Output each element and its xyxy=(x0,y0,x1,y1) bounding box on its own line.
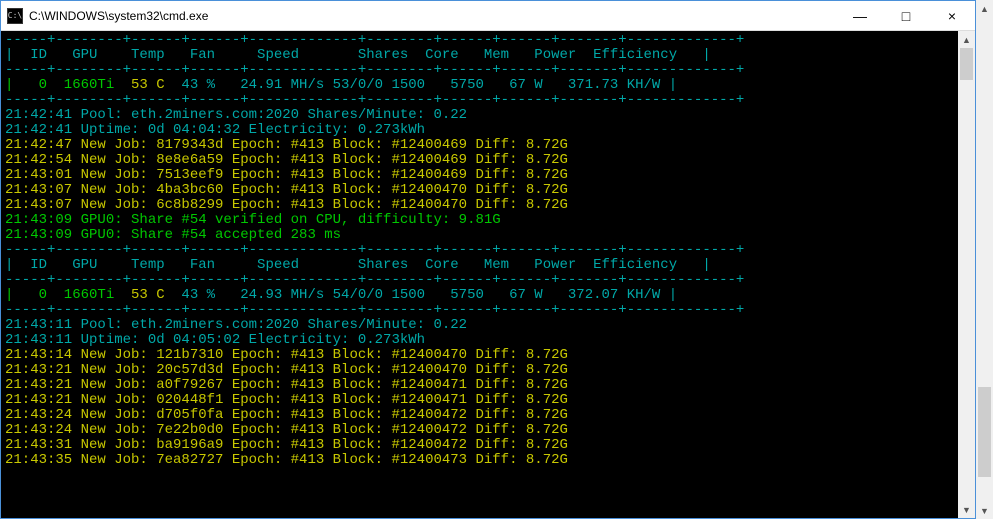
scrollbar-thumb[interactable] xyxy=(960,48,973,80)
scrollbar-track[interactable] xyxy=(958,48,975,501)
cmd-icon: C:\ xyxy=(7,8,23,24)
terminal-area: -----+--------+------+------+-----------… xyxy=(1,31,975,518)
scroll-down-icon[interactable]: ▼ xyxy=(958,501,975,518)
outer-scroll-up-icon[interactable]: ▲ xyxy=(976,0,993,17)
window-title: C:\WINDOWS\system32\cmd.exe xyxy=(29,9,837,23)
outer-scrollbar-thumb[interactable] xyxy=(978,387,991,477)
terminal-scrollbar[interactable]: ▲ ▼ xyxy=(958,31,975,518)
cmd-window: C:\ C:\WINDOWS\system32\cmd.exe — □ × --… xyxy=(0,0,976,519)
outer-scrollbar-track[interactable] xyxy=(976,17,993,502)
scroll-up-icon[interactable]: ▲ xyxy=(958,31,975,48)
terminal-output[interactable]: -----+--------+------+------+-----------… xyxy=(1,31,958,518)
minimize-button[interactable]: — xyxy=(837,1,883,31)
title-bar[interactable]: C:\ C:\WINDOWS\system32\cmd.exe — □ × xyxy=(1,1,975,31)
maximize-button[interactable]: □ xyxy=(883,1,929,31)
close-button[interactable]: × xyxy=(929,1,975,31)
outer-scroll-down-icon[interactable]: ▼ xyxy=(976,502,993,519)
outer-scrollbar[interactable]: ▲ ▼ xyxy=(976,0,993,519)
